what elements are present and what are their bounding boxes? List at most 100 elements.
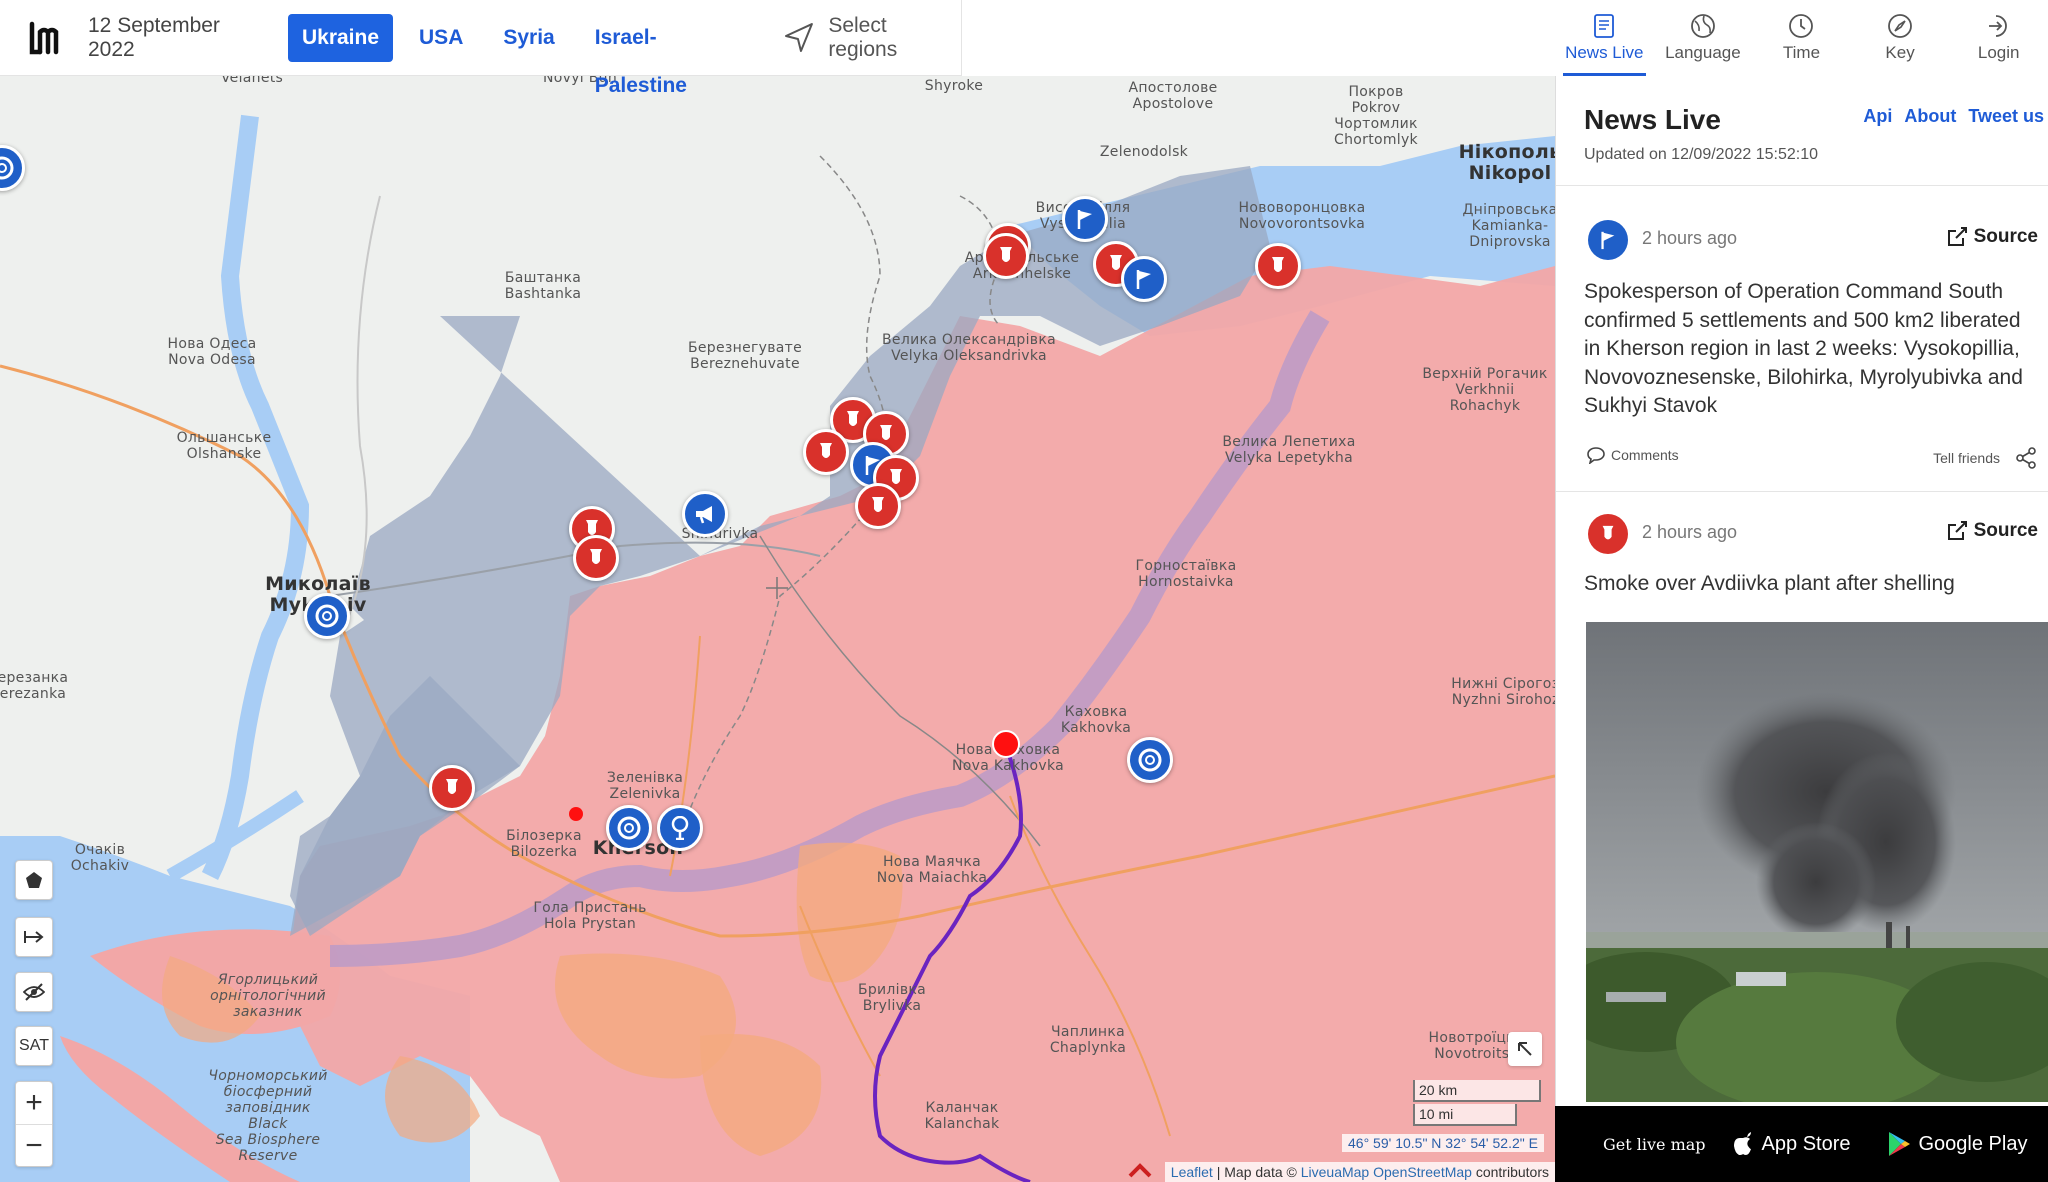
about-link[interactable]: About [1904,106,1956,127]
app-store-label: App Store [1761,1132,1851,1155]
liveuamap-link[interactable]: LiveuaMap [1301,1164,1370,1180]
news-text: Smoke over Avdiivka plant after shelling [1584,572,1955,595]
clock-icon [1789,14,1814,38]
tab-login-label: Login [1977,43,2020,62]
flag-icon [1588,220,1628,260]
tab-news-live-label: News Live [1565,43,1644,62]
marker-bomb-icon[interactable] [1255,243,1301,289]
marker-explosion-icon[interactable] [657,805,703,851]
place-ochakiv: Очаків Ochakiv [70,842,130,874]
marker-lifebuoy-icon[interactable] [1127,737,1173,783]
marker-flag-icon[interactable] [1062,196,1108,242]
google-play-icon [1888,1132,1910,1156]
app-download-bar: Get live map App Store Google Play [1555,1106,2048,1182]
marker-bomb-icon[interactable] [573,535,619,581]
login-icon [1988,15,2007,37]
place-brylivka: Брилівка Brylivka [857,982,927,1014]
marker-lifebuoy-icon[interactable] [606,805,652,851]
news-icon [1594,14,1615,38]
tab-key-label: Key [1885,43,1915,62]
arrow-up-left-icon [1518,1042,1532,1056]
news-time: 2 hours ago [1642,228,1738,248]
place-shyroke: Shyroke [924,78,984,94]
tab-login[interactable]: Login [1949,0,2048,76]
place-zelenivka: Зеленівка Zelenivka [606,770,684,802]
share-icon[interactable] [2014,446,2038,475]
marker-explosion-dot[interactable] [992,730,1020,758]
tweet-us-link[interactable]: Tweet us [1968,106,2044,127]
measure-button[interactable] [15,917,53,957]
place-berezanka: БерезанкаBerezanka [0,670,69,702]
select-regions-button[interactable]: Select regions [782,14,961,62]
region-tab-usa[interactable]: USA [405,14,477,62]
place-bashtanka: Баштанка Bashtanka [504,270,582,302]
panel-tabs: News Live Language Time Key Login [1555,0,2048,76]
marker-small-dot[interactable] [569,807,583,821]
get-live-map-label: Get live map [1603,1134,1706,1154]
marker-bomb-icon[interactable] [429,765,475,811]
marker-bomb-icon[interactable] [803,429,849,475]
arrow-right-bar-icon [24,931,44,943]
pentagon-icon [26,872,42,888]
place-nova-odesa: Нова Одеса Nova Odesa [167,336,257,368]
marker-bomb-icon[interactable] [855,483,901,529]
collapse-panel-button[interactable] [1508,1032,1542,1066]
comments-label: Comments [1611,447,1679,463]
language-icon [1690,14,1715,38]
place-velanets: Velanets [220,76,284,86]
zoom-in-button[interactable]: + [16,1082,52,1124]
api-link[interactable]: Api [1863,106,1892,127]
google-play-label: Google Play [1918,1132,2028,1155]
zoom-out-button[interactable]: − [16,1124,52,1166]
tab-key[interactable]: Key [1851,0,1950,76]
comments-link[interactable]: Comments [1586,446,1679,464]
place-pokrov: Покров Pokrov Чортомлик Chortomlyk [1334,84,1418,148]
map-attribution: Leaflet | Map data © LiveuaMap OpenStree… [1164,1162,1555,1182]
marker-lifebuoy-icon[interactable] [304,593,350,639]
place-chornomorskyi-reserve: Чорноморський біосферний заповідник Black Se… [208,1068,328,1164]
place-hola-prystan: Гола Пристань Hola Prystan [533,900,647,932]
marker-flag-icon[interactable] [1121,256,1167,302]
news-time: 2 hours ago [1642,522,1738,542]
attribution-separator: | Map data © [1212,1164,1301,1180]
tab-time[interactable]: Time [1752,0,1851,76]
region-tab-syria[interactable]: Syria [489,14,568,62]
place-kakhovka: Каховка Kakhovka [1060,704,1132,736]
place-velyka-lepetykha: Велика Лепетиха Velyka Lepetykha [1222,434,1356,466]
region-tab-ukraine[interactable]: Ukraine [287,13,394,62]
source-label: Source [1973,226,2038,247]
marker-bomb-icon[interactable] [983,233,1029,279]
tell-friends-label: Tell friends [1933,450,2000,466]
comment-icon [1587,447,1605,464]
place-kamianka: Дніпровська Kamianka- Dniprovska [1462,202,1555,250]
marker-megaphone-icon[interactable] [682,491,728,537]
place-bilozerka: Білозерка Bilozerka [506,828,582,860]
place-hornostaivka: Горностаївка Hornostaivka [1135,558,1237,590]
news-photo-smoke[interactable] [1586,622,2048,1102]
current-date[interactable]: 12 September 2022 [88,14,272,62]
map-canvas[interactable]: Velanets Novyi Buh Shyroke Апостолове Apo… [0,76,1555,1182]
hide-layers-button[interactable] [15,972,53,1012]
news-item[interactable]: 2 hours ago Source Spokesperson of Opera… [1556,186,2048,492]
place-apostolove: Апостолове Apostolove [1128,80,1218,112]
place-yahorlyk-reserve: Ягорлицький орнітологічний заказник [210,972,326,1020]
leaflet-link[interactable]: Leaflet [1171,1164,1213,1180]
place-nova-maiachka: Нова Маячка Nova Maiachka [876,854,988,886]
draw-polygon-button[interactable] [15,860,53,900]
news-item[interactable]: 2 hours ago Source Smoke over Avdiivka p… [1556,492,2048,1106]
place-verkhnii-rohachyk: Верхній Рогачик Verkhnii Rohachyk [1422,366,1548,414]
place-novovorontsovka: Нововоронцовка Novovorontsovka [1238,200,1366,232]
app-store-button[interactable]: App Store [1732,1131,1851,1157]
tab-language[interactable]: Language [1654,0,1753,76]
external-link-icon [1947,521,1967,540]
tab-news-live[interactable]: News Live [1555,0,1654,76]
source-link[interactable]: Source [1946,520,2038,542]
liveuamap-logo[interactable] [26,18,66,58]
scale-km: 20 km [1413,1080,1541,1102]
openstreetmap-link[interactable]: OpenStreetMap [1373,1164,1472,1180]
cursor-coordinates: 46° 59' 10.5" N 32° 54' 52.2" E [1342,1134,1544,1152]
satellite-toggle[interactable]: SAT [15,1026,53,1066]
source-link[interactable]: Source [1946,226,2038,248]
region-tab-israel-palestine[interactable]: Israel-Palestine [581,14,763,97]
google-play-button[interactable]: Google Play [1887,1131,2028,1157]
